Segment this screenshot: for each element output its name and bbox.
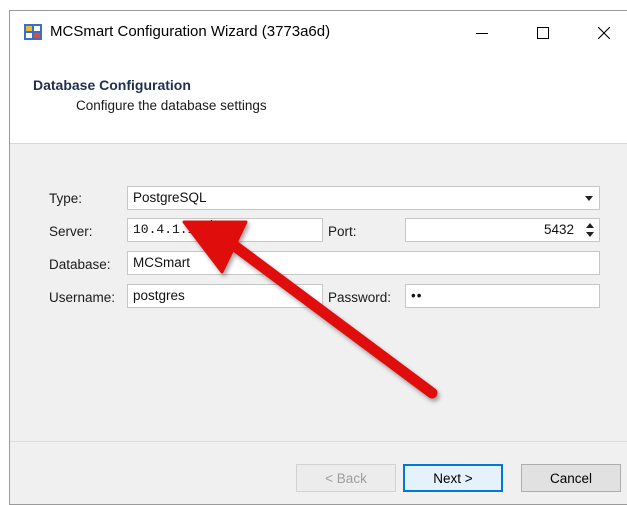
server-input[interactable]: 10.4.1.164 bbox=[127, 218, 323, 242]
type-label: Type: bbox=[49, 191, 83, 206]
database-value: MCSmart bbox=[133, 255, 190, 270]
username-value: postgres bbox=[133, 288, 185, 303]
text-caret bbox=[211, 220, 213, 235]
cancel-button[interactable]: Cancel bbox=[521, 464, 621, 492]
port-label: Port: bbox=[328, 224, 357, 239]
page-subtitle: Configure the database settings bbox=[76, 98, 267, 113]
maximize-button[interactable] bbox=[520, 11, 566, 55]
next-button[interactable]: Next > bbox=[403, 464, 503, 492]
page-title: Database Configuration bbox=[33, 77, 191, 93]
spinner-arrows-icon[interactable] bbox=[584, 221, 596, 239]
minimize-button[interactable] bbox=[459, 11, 505, 55]
wizard-header: Database Configuration Configure the dat… bbox=[10, 55, 627, 144]
close-icon bbox=[598, 27, 610, 39]
app-icon bbox=[24, 24, 42, 40]
minimize-icon bbox=[476, 33, 488, 34]
port-value: 5432 bbox=[543, 222, 574, 237]
chevron-down-icon[interactable] bbox=[585, 196, 593, 201]
database-input[interactable]: MCSmart bbox=[127, 251, 600, 275]
server-value: 10.4.1.164 bbox=[133, 222, 212, 237]
password-label: Password: bbox=[328, 290, 392, 305]
close-button[interactable] bbox=[581, 11, 627, 55]
port-stepper[interactable]: 5432 bbox=[405, 218, 600, 242]
back-button[interactable]: < Back bbox=[296, 464, 396, 492]
type-value: PostgreSQL bbox=[133, 190, 207, 205]
wizard-window: MCSmart Configuration Wizard (3773a6d) D… bbox=[9, 10, 627, 505]
title-bar[interactable]: MCSmart Configuration Wizard (3773a6d) bbox=[10, 11, 627, 55]
username-input[interactable]: postgres bbox=[127, 284, 323, 308]
server-label: Server: bbox=[49, 224, 93, 239]
password-value: •• bbox=[411, 288, 423, 303]
window-title: MCSmart Configuration Wizard (3773a6d) bbox=[50, 23, 331, 40]
type-dropdown[interactable]: PostgreSQL bbox=[127, 186, 600, 210]
password-input[interactable]: •• bbox=[405, 284, 600, 308]
database-label: Database: bbox=[49, 257, 111, 272]
maximize-icon bbox=[537, 27, 549, 39]
username-label: Username: bbox=[49, 290, 116, 305]
footer-divider bbox=[10, 441, 627, 442]
